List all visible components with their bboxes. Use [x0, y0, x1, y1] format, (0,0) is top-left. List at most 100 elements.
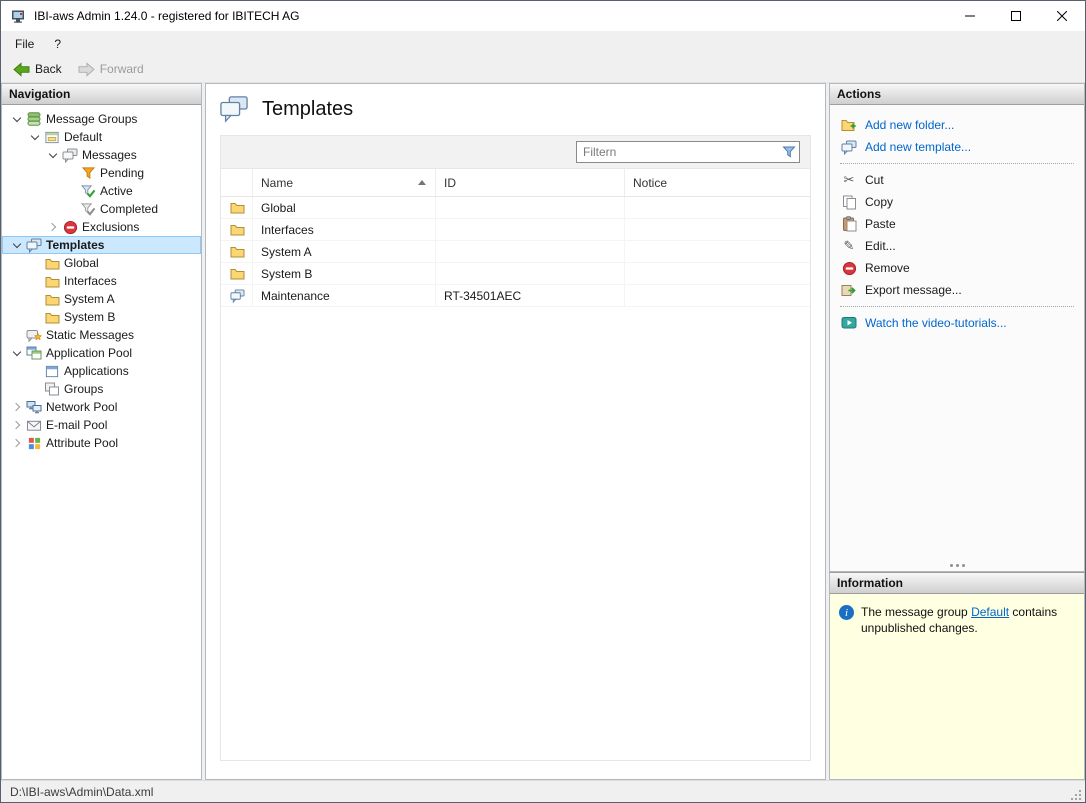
message-prefix: The message group — [861, 605, 971, 619]
tree-item-network-pool[interactable]: Network Pool — [2, 398, 201, 416]
cell-notice — [625, 285, 810, 306]
sort-ascending-icon — [418, 180, 426, 185]
tree-item-templates[interactable]: Templates — [2, 236, 201, 254]
remove-icon — [841, 260, 857, 276]
action-edit[interactable]: ✎ Edit... — [830, 235, 1084, 257]
tree-item-attribute-pool[interactable]: Attribute Pool — [2, 434, 201, 452]
action-label: Edit... — [865, 239, 896, 253]
tree-item-label: E-mail Pool — [43, 417, 111, 433]
tree-item-label: System B — [61, 309, 119, 325]
tree-item-system-a[interactable]: System A — [2, 290, 201, 308]
tree-item-label: Messages — [79, 147, 141, 163]
action-remove[interactable]: Remove — [830, 257, 1084, 279]
action-export-message[interactable]: Export message... — [830, 279, 1084, 301]
action-add-new-template[interactable]: Add new template... — [830, 136, 1084, 158]
column-header-name[interactable]: Name — [253, 169, 436, 196]
tree-item-default[interactable]: Default — [2, 128, 201, 146]
cell-id — [436, 241, 625, 262]
tree-item-active[interactable]: Active — [2, 182, 201, 200]
table-row-global[interactable]: Global — [221, 197, 810, 219]
message-groups-icon — [25, 111, 43, 127]
maximize-button[interactable] — [993, 1, 1039, 31]
table-row-maintenance[interactable]: Maintenance RT-34501AEC — [221, 285, 810, 307]
tree-item-system-b[interactable]: System B — [2, 308, 201, 326]
panel-splitter-handle[interactable] — [830, 559, 1084, 571]
action-cut[interactable]: ✂ Cut — [830, 169, 1084, 191]
action-label: Copy — [865, 195, 893, 209]
action-label: Cut — [865, 173, 884, 187]
tree-item-email-pool[interactable]: E-mail Pool — [2, 416, 201, 434]
chevron-right-icon[interactable] — [9, 399, 25, 415]
filter-input[interactable] — [576, 141, 800, 163]
column-header-notice[interactable]: Notice — [625, 169, 810, 196]
action-add-new-folder[interactable]: Add new folder... — [830, 114, 1084, 136]
cut-icon: ✂ — [841, 172, 857, 188]
forward-button[interactable]: Forward — [73, 60, 149, 79]
tree-indent-spacer — [63, 201, 79, 217]
chevron-down-icon[interactable] — [9, 111, 25, 127]
action-label: Remove — [865, 261, 910, 275]
table-row-system-b[interactable]: System B — [221, 263, 810, 285]
title-bar[interactable]: IBI-aws Admin 1.24.0 - registered for IB… — [1, 1, 1085, 31]
close-button[interactable] — [1039, 1, 1085, 31]
filter-icon[interactable] — [782, 145, 796, 159]
tree-indent-spacer — [9, 327, 25, 343]
default-group-link[interactable]: Default — [971, 605, 1009, 619]
table-row-system-a[interactable]: System A — [221, 241, 810, 263]
chevron-down-icon[interactable] — [9, 237, 25, 253]
information-message: The message group Default contains unpub… — [861, 604, 1075, 636]
menu-file[interactable]: File — [5, 34, 44, 54]
folder-icon — [43, 291, 61, 307]
chevron-down-icon[interactable] — [45, 147, 61, 163]
actions-separator — [840, 163, 1074, 164]
tree-item-application-pool[interactable]: Application Pool — [2, 344, 201, 362]
information-panel-header: Information — [830, 573, 1084, 594]
chevron-right-icon[interactable] — [9, 417, 25, 433]
tree-indent-spacer — [27, 381, 43, 397]
templates-page-icon — [219, 95, 249, 123]
chevron-down-icon[interactable] — [9, 345, 25, 361]
tree-item-groups[interactable]: Groups — [2, 380, 201, 398]
tree-item-completed[interactable]: Completed — [2, 200, 201, 218]
forward-label: Forward — [100, 62, 144, 76]
tree-indent-spacer — [27, 255, 43, 271]
chevron-right-icon[interactable] — [9, 435, 25, 451]
action-paste[interactable]: Paste — [830, 213, 1084, 235]
tree-item-label: Attribute Pool — [43, 435, 122, 451]
cell-name: System A — [253, 241, 436, 262]
actions-separator — [840, 306, 1074, 307]
tree-item-label: Network Pool — [43, 399, 121, 415]
tree-item-applications[interactable]: Applications — [2, 362, 201, 380]
tree-item-message-groups[interactable]: Message Groups — [2, 110, 201, 128]
tree-item-exclusions[interactable]: Exclusions — [2, 218, 201, 236]
table-row-interfaces[interactable]: Interfaces — [221, 219, 810, 241]
menu-help[interactable]: ? — [44, 34, 71, 54]
cell-notice — [625, 197, 810, 218]
resize-grip[interactable] — [1070, 789, 1083, 802]
tree-item-label: Exclusions — [79, 219, 143, 235]
tree-indent-spacer — [63, 165, 79, 181]
tree-item-pending[interactable]: Pending — [2, 164, 201, 182]
action-copy[interactable]: Copy — [830, 191, 1084, 213]
exclusions-icon — [61, 219, 79, 235]
chevron-right-icon[interactable] — [45, 219, 61, 235]
cell-id — [436, 263, 625, 284]
column-header-id[interactable]: ID — [436, 169, 625, 196]
back-button[interactable]: Back — [8, 60, 67, 79]
add-folder-icon — [841, 117, 857, 133]
minimize-button[interactable] — [947, 1, 993, 31]
chevron-down-icon[interactable] — [27, 129, 43, 145]
attribute-pool-icon — [25, 435, 43, 451]
cell-name: Maintenance — [253, 285, 436, 306]
tree-item-global[interactable]: Global — [2, 254, 201, 272]
filter-band — [221, 136, 810, 169]
tree-item-interfaces[interactable]: Interfaces — [2, 272, 201, 290]
network-pool-icon — [25, 399, 43, 415]
tree-item-messages[interactable]: Messages — [2, 146, 201, 164]
templates-list: Name ID Notice Global — [220, 135, 811, 761]
forward-arrow-icon — [78, 62, 95, 77]
action-watch-video-tutorials[interactable]: Watch the video-tutorials... — [830, 312, 1084, 334]
application-pool-icon — [25, 345, 43, 361]
tree-item-static-messages[interactable]: Static Messages — [2, 326, 201, 344]
column-label: Notice — [633, 176, 667, 190]
